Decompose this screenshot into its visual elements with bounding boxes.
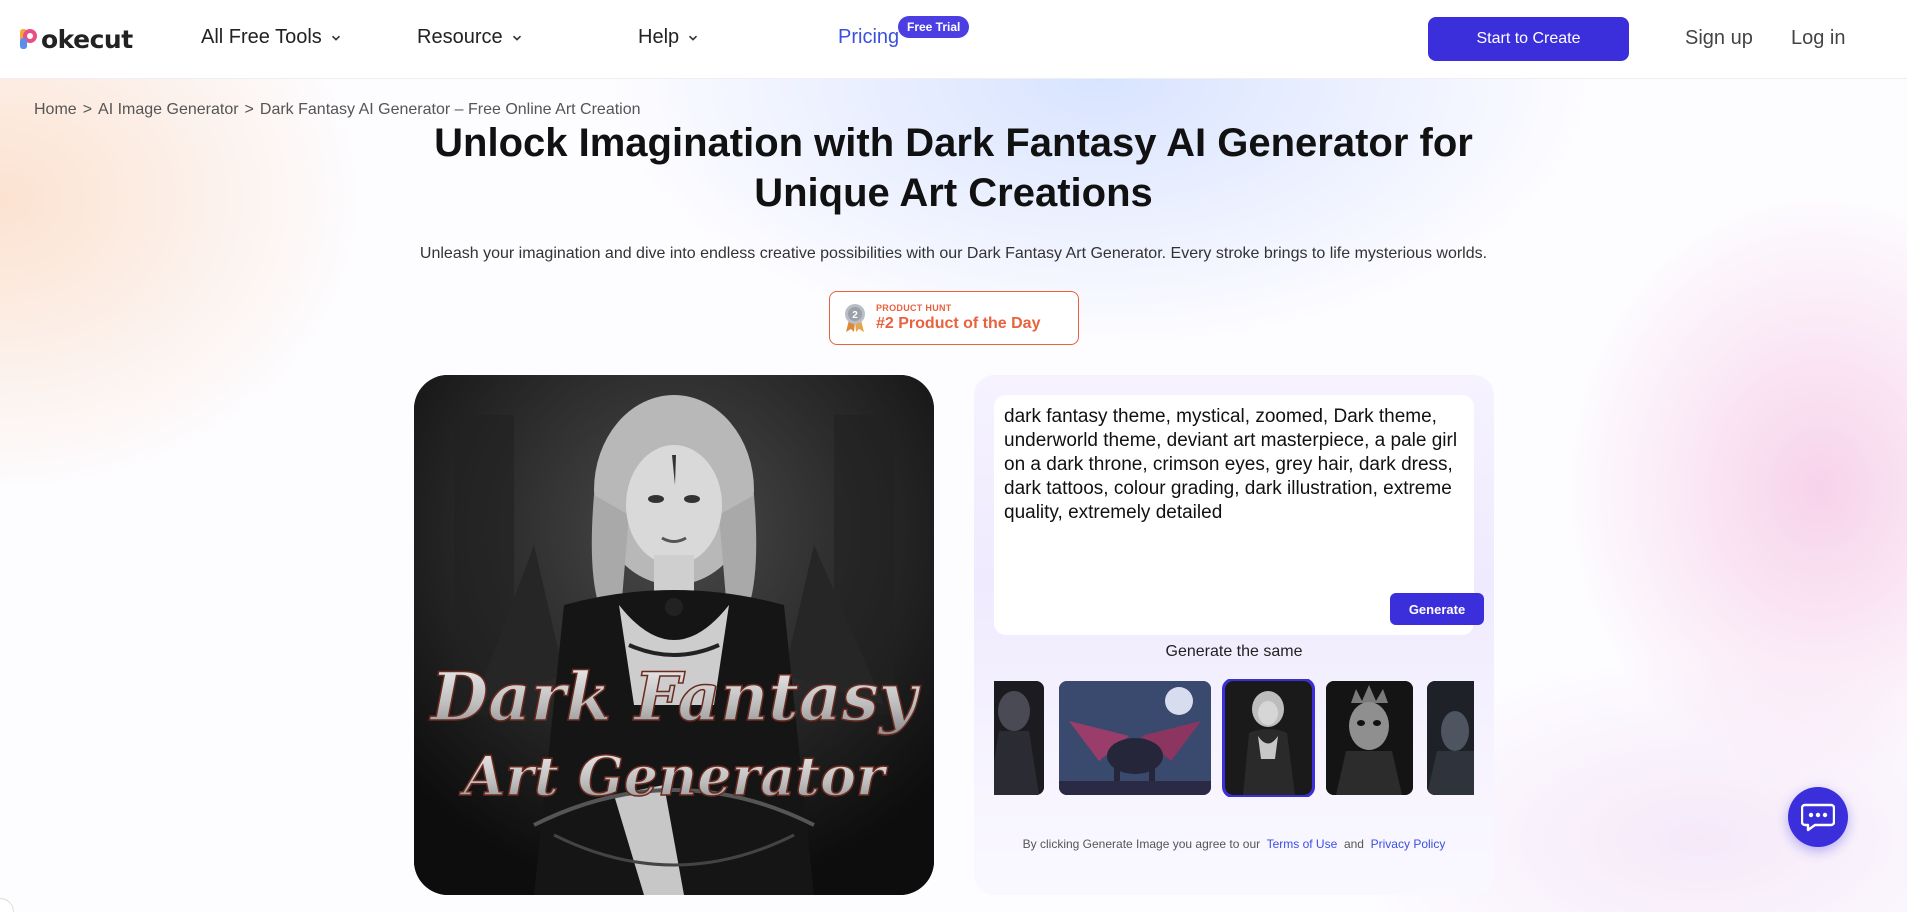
nav-all-free-tools-label: All Free Tools <box>201 26 322 48</box>
start-to-create-button[interactable]: Start to Create <box>1428 17 1629 61</box>
nav-pricing[interactable]: Pricing <box>838 26 899 49</box>
thumbnail-dark-figure[interactable] <box>994 681 1044 795</box>
svg-text:2: 2 <box>852 310 858 321</box>
brand-name: okecut <box>41 24 133 54</box>
product-of-day-label: #2 Product of the Day <box>876 315 1041 332</box>
terms-prefix: By clicking Generate Image you agree to … <box>1022 837 1261 851</box>
terms-of-use-link[interactable]: Terms of Use <box>1267 837 1338 851</box>
thumbnail-crowned-demon[interactable] <box>1326 681 1413 795</box>
thumbnail-dark-armor[interactable] <box>1427 681 1474 795</box>
top-navbar: okecut All Free Tools Resource Help Pric… <box>0 0 1907 79</box>
nav-all-free-tools[interactable]: All Free Tools <box>201 26 341 49</box>
hero-image-title-line1: Dark Fantasy <box>429 658 922 736</box>
terms-and: and <box>1343 837 1364 851</box>
breadcrumb-separator: > <box>82 101 93 118</box>
nav-pricing-label: Pricing <box>838 26 900 48</box>
page-subtitle: Unleash your imagination and dive into e… <box>419 245 1488 262</box>
nav-resource-label: Resource <box>417 26 503 48</box>
breadcrumb: Home > AI Image Generator > Dark Fantasy… <box>34 101 641 119</box>
privacy-policy-link[interactable]: Privacy Policy <box>1371 837 1446 851</box>
breadcrumb-separator: > <box>244 101 254 118</box>
breadcrumb-current: Dark Fantasy AI Generator – Free Online … <box>259 101 641 118</box>
nav-help[interactable]: Help <box>638 26 698 49</box>
thumbnail-dark-fantasy-girl-selected[interactable] <box>1222 679 1315 797</box>
brand-logo[interactable]: okecut <box>18 24 133 54</box>
prompt-input[interactable]: dark fantasy theme, mystical, zoomed, Da… <box>1004 405 1464 565</box>
thumbnail-winged-beast[interactable] <box>1059 681 1211 795</box>
page-title: Unlock Imagination with Dark Fantasy AI … <box>434 121 1473 215</box>
medal-icon: 2 <box>845 304 865 332</box>
generator-panel: dark fantasy theme, mystical, zoomed, Da… <box>974 375 1494 895</box>
chevron-down-icon <box>331 35 340 41</box>
sample-thumbnails <box>994 679 1474 797</box>
breadcrumb-ai-image-generator[interactable]: AI Image Generator <box>98 101 239 119</box>
hero-showcase-image: Dark Fantasy Art Generator <box>414 375 934 895</box>
logo-mark-icon <box>18 26 40 52</box>
chat-support-button[interactable] <box>1788 787 1848 847</box>
generate-button[interactable]: Generate <box>1390 593 1484 625</box>
generate-same-heading: Generate the same <box>1165 643 1303 660</box>
product-hunt-text: PRODUCT HUNT #2 Product of the Day <box>876 303 1040 333</box>
chevron-down-icon <box>512 35 521 41</box>
chat-icon <box>1801 803 1835 832</box>
terms-notice: By clicking Generate Image you agree to … <box>974 837 1494 851</box>
nav-resource[interactable]: Resource <box>417 26 522 49</box>
nav-help-label: Help <box>638 26 680 48</box>
chevron-down-icon <box>689 35 698 41</box>
log-in-link[interactable]: Log in <box>1791 27 1846 50</box>
product-hunt-label: PRODUCT HUNT <box>876 303 952 313</box>
free-trial-badge: Free Trial <box>898 16 970 38</box>
breadcrumb-home[interactable]: Home <box>34 101 77 119</box>
hero-image-title-line2: Art Generator <box>458 744 888 808</box>
product-hunt-badge[interactable]: 2 PRODUCT HUNT #2 Product of the Day <box>829 291 1079 345</box>
sign-up-link[interactable]: Sign up <box>1685 27 1753 50</box>
prompt-container: dark fantasy theme, mystical, zoomed, Da… <box>994 395 1484 635</box>
